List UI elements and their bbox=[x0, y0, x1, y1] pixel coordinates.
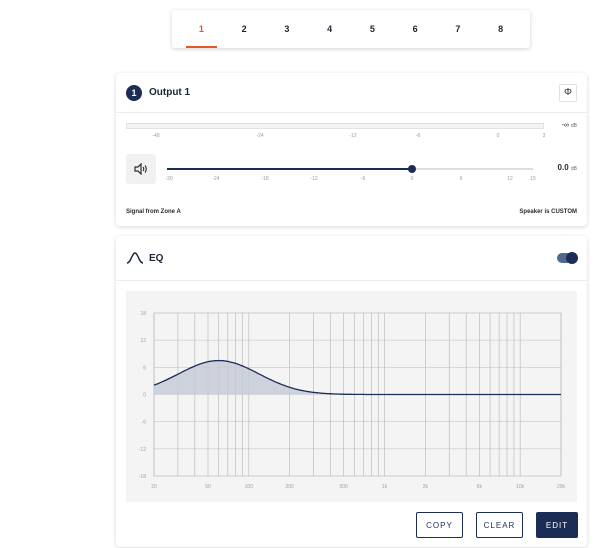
volume-slider-thumb[interactable] bbox=[408, 165, 417, 173]
output-tabs: 1 2 3 4 5 6 7 8 bbox=[172, 10, 530, 48]
clear-button[interactable]: CLEAR bbox=[476, 512, 523, 538]
eq-y-tick-label: -6 bbox=[142, 420, 147, 426]
eq-x-tick-label: 1k bbox=[382, 484, 388, 490]
meter-scale-label: -24 bbox=[256, 133, 264, 139]
copy-button[interactable]: COPY bbox=[416, 512, 463, 538]
edit-button[interactable]: EDIT bbox=[536, 512, 578, 538]
tab-3[interactable]: 3 bbox=[266, 10, 309, 48]
eq-y-tick-label: 6 bbox=[143, 365, 146, 371]
eq-x-tick-label: 20k bbox=[557, 484, 566, 490]
eq-x-tick-label: 50 bbox=[205, 484, 211, 490]
eq-x-tick-label: 5k bbox=[477, 484, 483, 490]
meter-scale-label: -48 bbox=[152, 133, 160, 139]
volume-scale-label: 15 bbox=[530, 176, 536, 182]
volume-scale-label: 0 bbox=[410, 176, 414, 182]
output-title: Output 1 bbox=[149, 87, 191, 98]
speaker-type-text: Speaker is CUSTOM bbox=[519, 209, 577, 215]
eq-response-plot: 18 12 6 0 -6 -12 -18 20 50 100 200 500 1k 2k 5k 10k 20k bbox=[139, 311, 566, 490]
volume-control: 0.0 dB -30 -24 -18 -12 -6 0 6 12 15 bbox=[126, 154, 577, 184]
eq-y-tick-label: 18 bbox=[140, 311, 146, 317]
volume-scale-label: -6 bbox=[360, 176, 366, 182]
volume-slider-fill bbox=[167, 168, 413, 170]
eq-y-tick-label: 12 bbox=[140, 338, 146, 344]
eq-x-tick-label: 2k bbox=[423, 484, 429, 490]
eq-x-tick-label: 10k bbox=[516, 484, 525, 490]
eq-graph: 18 12 6 0 -6 -12 -18 20 50 100 200 500 1k 2k 5k 10k 20k bbox=[126, 291, 577, 502]
eq-x-tick-label: 20 bbox=[151, 484, 157, 490]
tab-6[interactable]: 6 bbox=[394, 10, 437, 48]
tab-1[interactable]: 1 bbox=[180, 10, 223, 48]
level-meter-value: -∞ dB bbox=[561, 122, 577, 129]
speaker-icon bbox=[134, 163, 147, 175]
volume-scale-label: -30 bbox=[165, 176, 173, 182]
level-meter-bar bbox=[126, 123, 544, 129]
volume-scale-label: -24 bbox=[212, 176, 220, 182]
mute-button[interactable] bbox=[126, 154, 156, 184]
eq-header: EQ bbox=[116, 236, 587, 281]
eq-enable-toggle[interactable] bbox=[557, 252, 578, 264]
phase-invert-button[interactable]: Φ bbox=[559, 83, 577, 102]
meter-scale-label: -6 bbox=[415, 133, 421, 139]
phase-icon: Φ bbox=[564, 87, 572, 98]
tab-7[interactable]: 7 bbox=[437, 10, 480, 48]
tab-5[interactable]: 5 bbox=[351, 10, 394, 48]
output-number-badge: 1 bbox=[126, 84, 142, 101]
eq-title: EQ bbox=[149, 252, 164, 264]
level-meter: -∞ dB -48 -24 -12 -6 0 3 bbox=[126, 122, 577, 144]
eq-curve-icon bbox=[126, 252, 144, 264]
eq-y-tick-label: 0 bbox=[143, 393, 146, 399]
eq-x-tick-label: 500 bbox=[339, 484, 348, 490]
eq-y-tick-label: -12 bbox=[139, 447, 146, 453]
volume-slider[interactable] bbox=[167, 165, 533, 173]
volume-scale-label: -12 bbox=[310, 176, 318, 182]
signal-source-text: Signal from Zone A bbox=[126, 209, 181, 215]
tab-8[interactable]: 8 bbox=[479, 10, 522, 48]
volume-scale-label: 6 bbox=[459, 176, 463, 182]
volume-scale-label: -18 bbox=[261, 176, 269, 182]
meter-scale-label: 0 bbox=[496, 133, 500, 139]
eq-y-tick-label: -18 bbox=[139, 474, 146, 480]
eq-x-tick-label: 200 bbox=[285, 484, 294, 490]
meter-scale-label: 3 bbox=[542, 133, 546, 139]
volume-value: 0.0 dB bbox=[557, 163, 577, 172]
eq-toggle-knob bbox=[566, 252, 578, 264]
tab-2[interactable]: 2 bbox=[223, 10, 266, 48]
eq-card: EQ 18 12 6 0 -6 -12 -18 20 50 100 200 500 1k 2k 5k 10k 2… bbox=[116, 236, 587, 547]
output-card: 1 Output 1 Φ -∞ dB -48 -24 -12 -6 0 3 0.… bbox=[116, 73, 587, 226]
meter-scale-label: -12 bbox=[349, 133, 357, 139]
tab-4[interactable]: 4 bbox=[308, 10, 351, 48]
volume-scale-label: 12 bbox=[507, 176, 513, 182]
eq-curve-fill bbox=[154, 360, 561, 395]
output-header: 1 Output 1 Φ bbox=[116, 73, 587, 113]
eq-x-tick-label: 100 bbox=[245, 484, 254, 490]
